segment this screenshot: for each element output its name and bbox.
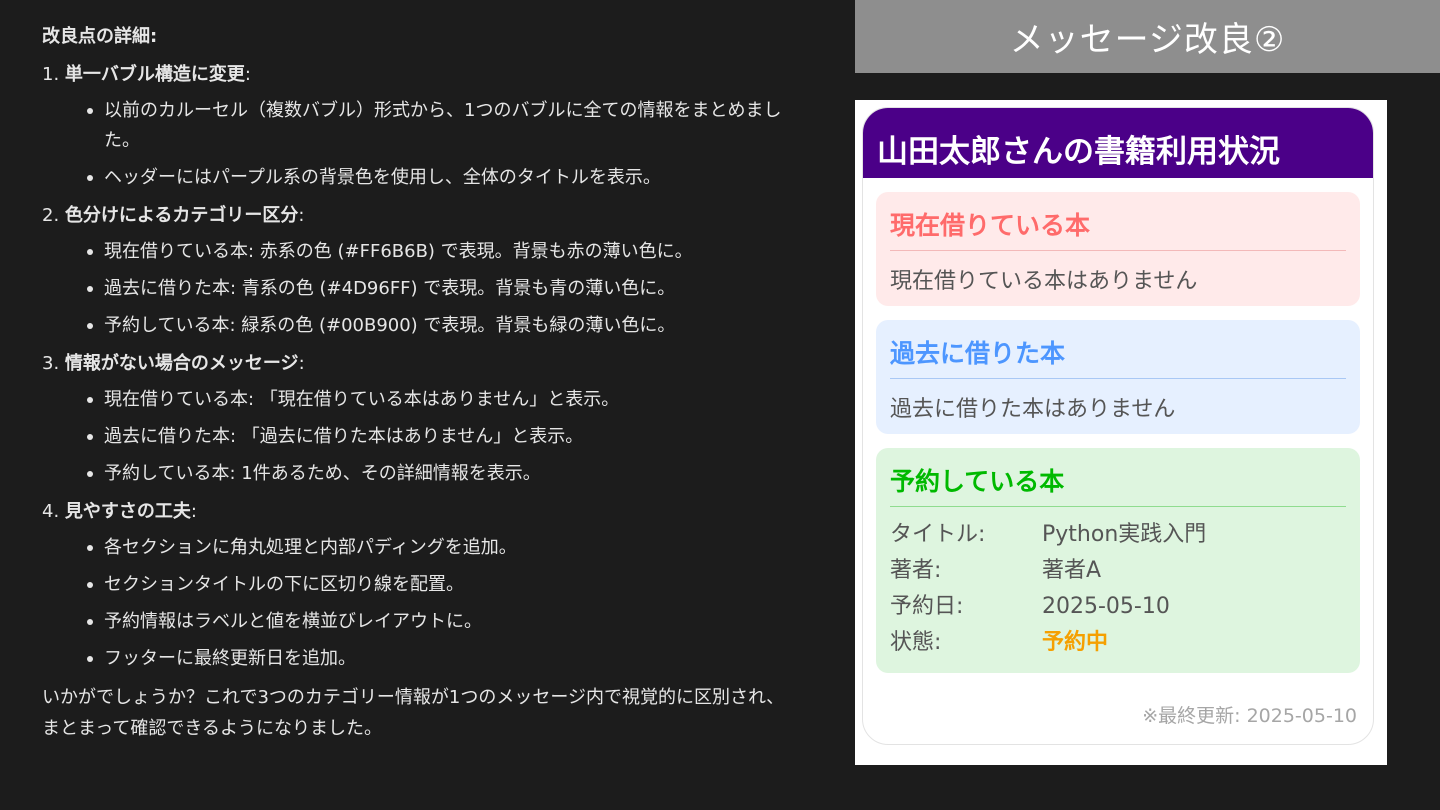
list-item: 過去に借りた本: 青系の色 (#4D96FF) で表現。背景も青の薄い色に。 xyxy=(42,274,812,304)
list-item: 予約情報はラベルと値を横並びレイアウトに。 xyxy=(42,607,812,637)
list-item: 予約している本: 緑系の色 (#00B900) で表現。背景も緑の薄い色に。 xyxy=(42,311,812,341)
section-colon: : xyxy=(190,501,197,522)
list-item: 現在借りている本: 「現在借りている本はありません」と表示。 xyxy=(42,385,812,415)
section-heading: 4. 見やすさの工夫: xyxy=(42,497,812,527)
list-item: 各セクションに角丸処理と内部パディングを追加。 xyxy=(42,533,812,563)
section-heading: 1. 単一バブル構造に変更: xyxy=(42,60,812,90)
list-item: 予約している本: 1件あるため、その詳細情報を表示。 xyxy=(42,459,812,489)
detail-label: タイトル: xyxy=(890,522,986,547)
list-item: 現在借りている本: 赤系の色 (#FF6B6B) で表現。背景も赤の薄い色に。 xyxy=(42,237,812,267)
list-item: 過去に借りた本: 「過去に借りた本はありません」と表示。 xyxy=(42,422,812,452)
message-preview: 山田太郎さんの書籍利用状況 現在借りている本 現在借りている本はありません 過去… xyxy=(855,100,1387,765)
section-title: 色分けによるカテゴリー区分 xyxy=(64,205,299,226)
reserved-books-title: 予約している本 xyxy=(890,462,1346,507)
detail-row-title: タイトル: Python実践入門 xyxy=(890,517,1346,553)
detail-value: Python実践入門 xyxy=(1042,522,1207,547)
detail-row-status: 状態: 予約中 xyxy=(890,625,1346,661)
section-4: 4. 見やすさの工夫: 各セクションに角丸処理と内部パディングを追加。 セクショ… xyxy=(42,497,812,674)
slide-title: メッセージ改良② xyxy=(855,0,1440,73)
bubble-header: 山田太郎さんの書籍利用状況 xyxy=(863,108,1373,178)
detail-value: 2025-05-10 xyxy=(1042,594,1170,619)
detail-label: 予約日: xyxy=(890,594,964,619)
detail-value: 著者A xyxy=(1042,558,1102,583)
intro-heading: 改良点の詳細: xyxy=(42,26,158,47)
section-1: 1. 単一バブル構造に変更: 以前のカルーセル（複数バブル）形式から、1つのバブ… xyxy=(42,60,812,193)
section-title: 単一バブル構造に変更 xyxy=(64,64,245,85)
reservation-details: タイトル: Python実践入門 著者: 著者A 予約日: 2025-05-10… xyxy=(890,507,1346,661)
section-number: 4. xyxy=(42,501,60,522)
closing-text: いかがでしょうか？これで3つのカテゴリー情報が1つのメッセージ内で視覚的に区別さ… xyxy=(42,687,785,739)
section-colon: : xyxy=(298,205,305,226)
message-bubble: 山田太郎さんの書籍利用状況 現在借りている本 現在借りている本はありません 過去… xyxy=(862,107,1374,745)
section-title: 見やすさの工夫 xyxy=(64,501,191,522)
last-updated-footer: ※最終更新: 2025-05-10 xyxy=(1142,705,1357,727)
list-item: セクションタイトルの下に区切り線を配置。 xyxy=(42,570,812,600)
section-2: 2. 色分けによるカテゴリー区分: 現在借りている本: 赤系の色 (#FF6B6… xyxy=(42,201,812,341)
current-books-empty-message: 現在借りている本はありません xyxy=(890,269,1198,294)
detail-label: 状態: xyxy=(890,630,942,655)
status-badge: 予約中 xyxy=(1042,630,1109,655)
chat-message: 改良点の詳細: 1. 単一バブル構造に変更: 以前のカルーセル（複数バブル）形式… xyxy=(42,22,812,744)
list-item: 以前のカルーセル（複数バブル）形式から、1つのバブルに全ての情報をまとめました。 xyxy=(42,96,812,156)
section-number: 1. xyxy=(42,64,60,85)
current-books-title: 現在借りている本 xyxy=(890,206,1346,251)
reserved-books-section: 予約している本 タイトル: Python実践入門 著者: 著者A 予約日: 20… xyxy=(876,448,1360,673)
current-books-section: 現在借りている本 現在借りている本はありません xyxy=(876,192,1360,306)
past-books-title: 過去に借りた本 xyxy=(890,334,1346,379)
list-item: ヘッダーにはパープル系の背景色を使用し、全体のタイトルを表示。 xyxy=(42,163,812,193)
past-books-empty-message: 過去に借りた本はありません xyxy=(890,397,1176,422)
section-heading: 3. 情報がない場合のメッセージ: xyxy=(42,349,812,379)
section-number: 2. xyxy=(42,205,60,226)
detail-label: 著者: xyxy=(890,558,942,583)
detail-row-date: 予約日: 2025-05-10 xyxy=(890,589,1346,625)
list-item: フッターに最終更新日を追加。 xyxy=(42,644,812,674)
section-colon: : xyxy=(244,64,251,85)
detail-row-author: 著者: 著者A xyxy=(890,553,1346,589)
section-title: 情報がない場合のメッセージ xyxy=(64,353,299,374)
past-books-section: 過去に借りた本 過去に借りた本はありません xyxy=(876,320,1360,434)
section-number: 3. xyxy=(42,353,60,374)
section-heading: 2. 色分けによるカテゴリー区分: xyxy=(42,201,812,231)
section-colon: : xyxy=(298,353,305,374)
section-3: 3. 情報がない場合のメッセージ: 現在借りている本: 「現在借りている本はあり… xyxy=(42,349,812,489)
